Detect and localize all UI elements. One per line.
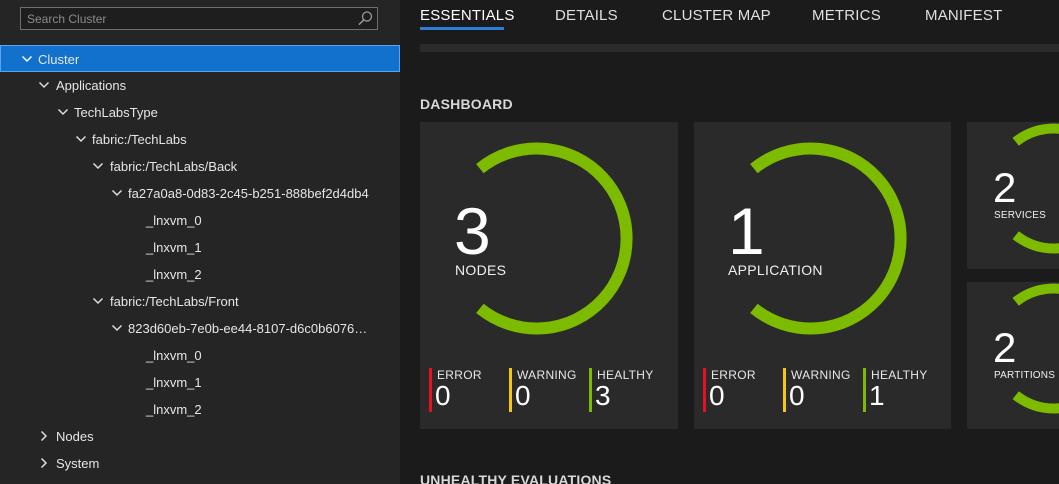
tree-item-label: Cluster <box>38 52 80 67</box>
tree-item-label: Nodes <box>56 429 94 444</box>
tree-item-label: _lnxvm_2 <box>146 267 202 282</box>
tree-item-partition-back[interactable]: fa27a0a8-0d83-2c45-b251-888bef2d4db4 <box>0 180 400 207</box>
tree-item-label: Applications <box>56 78 127 93</box>
partitions-label: PARTITIONS <box>994 370 1056 381</box>
tree-item-label: fabric:/TechLabs <box>92 132 187 147</box>
tree-item-application[interactable]: fabric:/TechLabs <box>0 126 400 153</box>
tree-item-label: _lnxvm_0 <box>146 348 202 363</box>
tree-item-partition-front[interactable]: 823d60eb-7e0b-ee44-8107-d6c0b6076… <box>0 315 400 342</box>
stat-value: 0 <box>709 380 725 411</box>
chevron-down-icon[interactable] <box>57 106 69 118</box>
nodes-card[interactable]: 3 NODES ERROR 0 WARNING 0 HEALTHY 3 <box>420 122 678 429</box>
tree-item-label: _lnxvm_1 <box>146 240 202 255</box>
tree-item-replica[interactable]: _lnxvm_0 <box>0 207 400 234</box>
tree-item-replica[interactable]: _lnxvm_0 <box>0 342 400 369</box>
chevron-down-icon[interactable] <box>92 160 104 172</box>
stat-error: ERROR 0 <box>429 368 499 412</box>
tree-item-label: System <box>56 456 100 471</box>
nodes-label: NODES <box>455 262 507 278</box>
stat-warning: WARNING 0 <box>783 368 853 412</box>
error-bar <box>703 368 706 412</box>
tree-item-replica[interactable]: _lnxvm_1 <box>0 234 400 261</box>
stat-healthy: HEALTHY 3 <box>589 368 659 412</box>
tree-item-system[interactable]: System <box>0 450 400 477</box>
tree-item-nodes[interactable]: Nodes <box>0 423 400 450</box>
partitions-card[interactable]: 2 PARTITIONS <box>967 282 1059 429</box>
tab-cluster-map[interactable]: CLUSTER MAP <box>662 7 771 24</box>
search-box <box>20 7 378 30</box>
warning-bar <box>783 368 786 412</box>
tree-item-label: fa27a0a8-0d83-2c45-b251-888bef2d4db4 <box>128 186 369 201</box>
tree-item-app-type[interactable]: TechLabsType <box>0 99 400 126</box>
services-card[interactable]: 2 SERVICES <box>967 122 1059 269</box>
active-tab-indicator <box>420 27 504 30</box>
search-input[interactable] <box>21 8 351 29</box>
tree-item-replica[interactable]: _lnxvm_2 <box>0 261 400 288</box>
chevron-down-icon[interactable] <box>75 133 87 145</box>
nodes-count: 3 <box>454 194 491 268</box>
main-panel: ESSENTIALS DETAILS CLUSTER MAP METRICS M… <box>400 0 1059 484</box>
tree-item-replica[interactable]: _lnxvm_1 <box>0 369 400 396</box>
chevron-down-icon[interactable] <box>92 295 104 307</box>
ring-arc <box>1012 283 1059 414</box>
error-bar <box>429 368 432 412</box>
chevron-right-icon[interactable] <box>38 430 50 442</box>
tree-item-label: fabric:/TechLabs/Front <box>110 294 239 309</box>
chevron-right-icon[interactable] <box>38 457 50 469</box>
chevron-down-icon[interactable] <box>111 187 123 199</box>
stat-healthy: HEALTHY 1 <box>863 368 933 412</box>
applications-card[interactable]: 1 APPLICATION ERROR 0 WARNING 0 HEALTHY … <box>694 122 951 429</box>
ring-arc <box>750 142 907 335</box>
stat-value: 0 <box>789 380 805 411</box>
tree-item-service-back[interactable]: fabric:/TechLabs/Back <box>0 153 400 180</box>
ring-arc <box>476 142 633 335</box>
tab-details[interactable]: DETAILS <box>555 7 618 24</box>
tree-item-label: _lnxvm_0 <box>146 213 202 228</box>
tab-essentials[interactable]: ESSENTIALS <box>420 7 515 24</box>
app-root: Cluster Applications TechLabsType fabric… <box>0 0 1059 484</box>
tree-item-label: 823d60eb-7e0b-ee44-8107-d6c0b6076… <box>128 321 368 336</box>
healthy-bar <box>863 368 866 412</box>
tab-metrics[interactable]: METRICS <box>812 7 881 24</box>
chevron-down-icon[interactable] <box>111 322 123 334</box>
services-label: SERVICES <box>994 210 1046 221</box>
stat-warning: WARNING 0 <box>509 368 579 412</box>
stat-value: 3 <box>595 380 611 411</box>
tab-manifest[interactable]: MANIFEST <box>925 7 1002 24</box>
chevron-down-icon[interactable] <box>21 53 33 65</box>
tree-item-label: _lnxvm_1 <box>146 375 202 390</box>
healthy-bar <box>589 368 592 412</box>
stat-value: 0 <box>435 380 451 411</box>
tree-item-label: fabric:/TechLabs/Back <box>110 159 238 174</box>
cluster-tree-sidebar: Cluster Applications TechLabsType fabric… <box>0 0 400 484</box>
tree-item-replica[interactable]: _lnxvm_2 <box>0 396 400 423</box>
tree-item-label: TechLabsType <box>74 105 158 120</box>
partitions-count: 2 <box>993 324 1017 371</box>
ring-arc <box>1012 123 1059 254</box>
tree-item-label: _lnxvm_2 <box>146 402 202 417</box>
applications-label: APPLICATION <box>728 262 823 278</box>
stat-value: 0 <box>515 380 531 411</box>
chevron-down-icon[interactable] <box>38 79 50 91</box>
services-count: 2 <box>993 164 1017 211</box>
tree-item-cluster[interactable]: Cluster <box>0 45 400 72</box>
warning-bar <box>509 368 512 412</box>
dashboard-title: DASHBOARD <box>420 96 513 112</box>
tab-content-divider <box>420 44 1059 52</box>
applications-count: 1 <box>728 194 765 268</box>
search-icon[interactable] <box>357 10 374 27</box>
tree-item-applications[interactable]: Applications <box>0 72 400 99</box>
tree-item-service-front[interactable]: fabric:/TechLabs/Front <box>0 288 400 315</box>
stat-error: ERROR 0 <box>703 368 773 412</box>
unhealthy-evaluations-title: UNHEALTHY EVALUATIONS <box>420 472 612 484</box>
stat-value: 1 <box>869 380 885 411</box>
